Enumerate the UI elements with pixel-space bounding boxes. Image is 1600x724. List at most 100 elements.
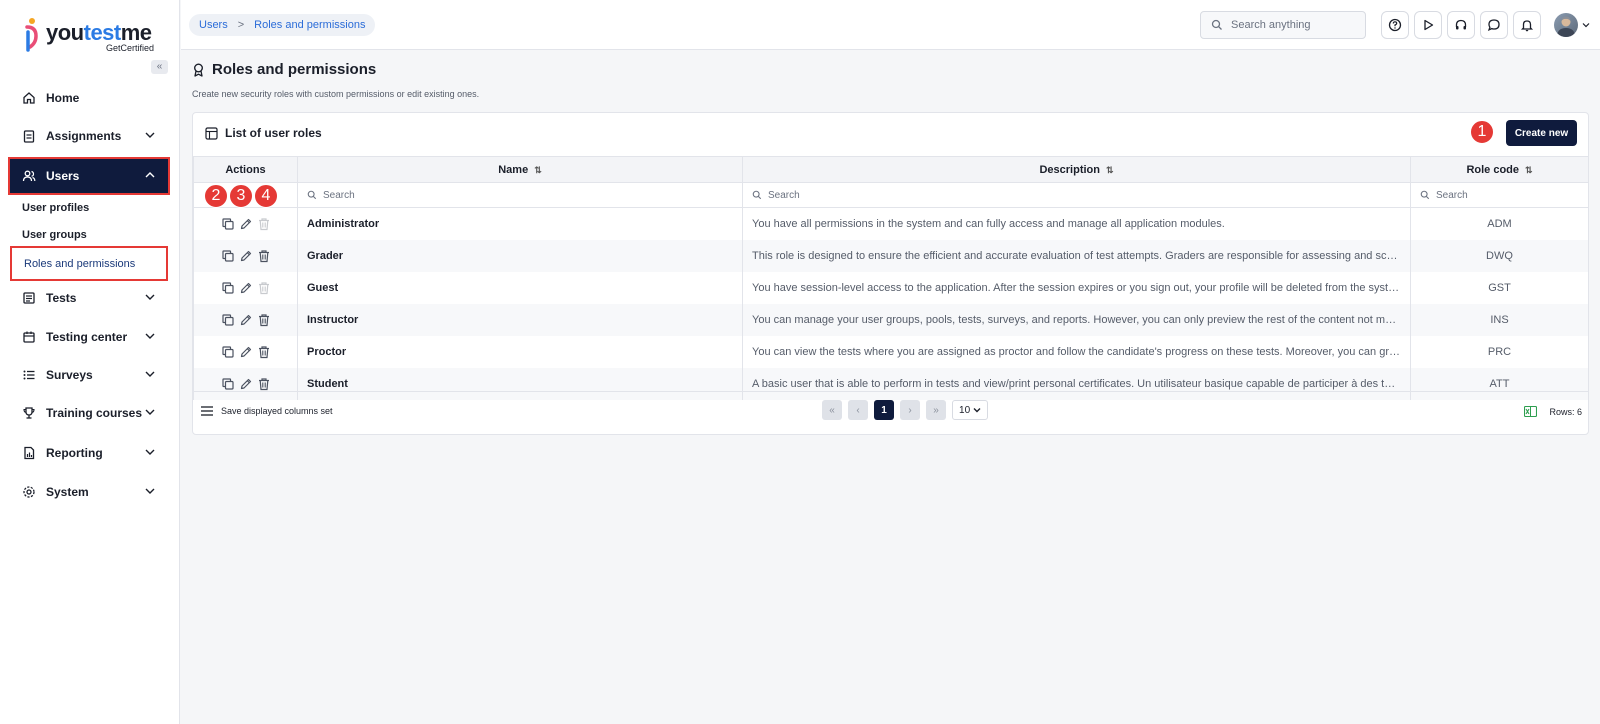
previous-page-button[interactable]: ‹	[848, 400, 868, 420]
step-badge-1: 1	[1470, 120, 1494, 144]
search-icon	[1211, 19, 1222, 30]
table-row: Administrator You have all permissions in…	[193, 207, 1589, 240]
rows-info: Rows: 6	[1524, 406, 1582, 417]
excel-export-icon[interactable]	[1524, 406, 1538, 417]
notifications-button[interactable]	[1513, 11, 1541, 39]
table-row: Proctor You can view the tests where you …	[193, 335, 1589, 368]
chevron-down-icon	[145, 488, 155, 494]
tests-icon	[22, 291, 36, 305]
trash-icon[interactable]	[257, 345, 271, 359]
logo-mark-icon	[25, 18, 38, 52]
role-code-cell: INS	[1410, 303, 1589, 336]
global-search-input[interactable]: Search anything	[1200, 11, 1366, 39]
sidebar-item-assignments[interactable]: Assignments	[10, 119, 168, 153]
row-actions	[193, 303, 298, 336]
sidebar-item-label: Reporting	[46, 446, 103, 460]
copy-icon[interactable]	[221, 313, 235, 327]
copy-icon[interactable]	[221, 249, 235, 263]
sidebar-item-label: Users	[46, 169, 80, 183]
sort-icon[interactable]: ⇅	[534, 165, 542, 175]
copy-icon[interactable]	[221, 281, 235, 295]
copy-icon[interactable]	[221, 217, 235, 231]
logo-subtitle: GetCertified	[106, 43, 155, 53]
chevron-down-icon	[145, 449, 155, 455]
edit-icon[interactable]	[239, 249, 253, 263]
column-header-name[interactable]: Name ⇅	[297, 156, 743, 183]
top-bar: Users > Roles and permissions Search any…	[181, 0, 1600, 50]
trash-icon[interactable]	[257, 377, 271, 391]
role-name-cell[interactable]: Administrator	[297, 207, 743, 240]
logo[interactable]: youtestme GetCertified	[24, 16, 164, 56]
search-icon	[752, 190, 762, 200]
edit-icon[interactable]	[239, 345, 253, 359]
role-name-cell[interactable]: Guest	[297, 271, 743, 304]
trash-icon[interactable]	[257, 249, 271, 263]
next-page-button[interactable]: ›	[900, 400, 920, 420]
sidebar-subitem-user-profiles[interactable]: User profiles	[10, 195, 168, 221]
column-header-role-code[interactable]: Role code ⇅	[1410, 156, 1589, 183]
help-button[interactable]	[1381, 11, 1409, 39]
chevron-down-icon	[145, 409, 155, 415]
sidebar-item-home[interactable]: Home	[10, 81, 168, 115]
sidebar-item-label: Tests	[46, 291, 77, 305]
column-header-description[interactable]: Description ⇅	[742, 156, 1411, 183]
step-badge-3: 3	[229, 184, 253, 208]
sidebar-item-label: Training courses	[46, 406, 143, 420]
sidebar-item-tests[interactable]: Tests	[10, 281, 168, 315]
sidebar-subitem-roles-and-permissions[interactable]: Roles and permissions	[10, 246, 168, 281]
sidebar-item-reporting[interactable]: Reporting	[10, 436, 168, 470]
sidebar-item-system[interactable]: System	[10, 475, 168, 509]
copy-icon[interactable]	[221, 377, 235, 391]
page-title-text: Roles and permissions	[212, 61, 377, 78]
first-page-button[interactable]: «	[822, 400, 842, 420]
name-filter-input[interactable]: Search	[297, 182, 743, 208]
sidebar-item-label: System	[46, 485, 89, 499]
home-icon	[22, 91, 36, 105]
breadcrumb-separator: >	[237, 19, 245, 31]
sort-icon[interactable]: ⇅	[1525, 165, 1533, 175]
role-name-cell[interactable]: Proctor	[297, 335, 743, 368]
trash-icon[interactable]	[257, 313, 271, 327]
copy-icon[interactable]	[221, 345, 235, 359]
filter-row: Search Search Search	[193, 182, 1589, 208]
sort-icon[interactable]: ⇅	[1106, 165, 1114, 175]
play-button[interactable]	[1414, 11, 1442, 39]
support-button[interactable]	[1447, 11, 1475, 39]
table-row: Grader This role is designed to ensure th…	[193, 239, 1589, 272]
edit-icon[interactable]	[239, 313, 253, 327]
edit-icon[interactable]	[239, 281, 253, 295]
page-size-select[interactable]: 10	[952, 400, 988, 420]
sidebar-item-surveys[interactable]: Surveys	[10, 358, 168, 392]
menu-icon	[201, 406, 213, 416]
sidebar-subitem-user-groups[interactable]: User groups	[10, 222, 168, 248]
list-icon	[22, 368, 36, 382]
row-actions	[193, 207, 298, 240]
page-title: Roles and permissions	[192, 61, 376, 78]
role-name-cell[interactable]: Instructor	[297, 303, 743, 336]
report-icon	[22, 446, 36, 460]
chevron-down-icon[interactable]	[1582, 21, 1590, 29]
breadcrumb-current[interactable]: Roles and permissions	[254, 19, 365, 31]
sidebar-item-users[interactable]: Users	[8, 157, 170, 195]
breadcrumb-users-link[interactable]: Users	[199, 19, 228, 31]
edit-icon[interactable]	[239, 217, 253, 231]
sidebar-item-testing-center[interactable]: Testing center	[10, 320, 168, 354]
collapse-sidebar-button[interactable]: «	[151, 60, 168, 74]
role-code-filter-input[interactable]: Search	[1410, 182, 1589, 208]
description-filter-input[interactable]: Search	[742, 182, 1411, 208]
play-icon	[1424, 19, 1434, 31]
avatar[interactable]	[1554, 13, 1578, 37]
rows-count: Rows: 6	[1549, 406, 1582, 417]
create-new-button[interactable]: Create new	[1506, 120, 1577, 146]
sidebar-item-training-courses[interactable]: Training courses	[10, 396, 168, 430]
current-page-button[interactable]: 1	[874, 400, 894, 420]
save-columns-button[interactable]: Save displayed columns set	[201, 406, 333, 416]
last-page-button[interactable]: »	[926, 400, 946, 420]
role-name-cell[interactable]: Grader	[297, 239, 743, 272]
chat-button[interactable]	[1480, 11, 1508, 39]
role-description-cell: This role is designed to ensure the effi…	[742, 239, 1411, 272]
step-badge-4: 4	[254, 184, 278, 208]
chevron-up-icon	[145, 172, 155, 178]
edit-icon[interactable]	[239, 377, 253, 391]
headset-icon	[1455, 19, 1467, 30]
